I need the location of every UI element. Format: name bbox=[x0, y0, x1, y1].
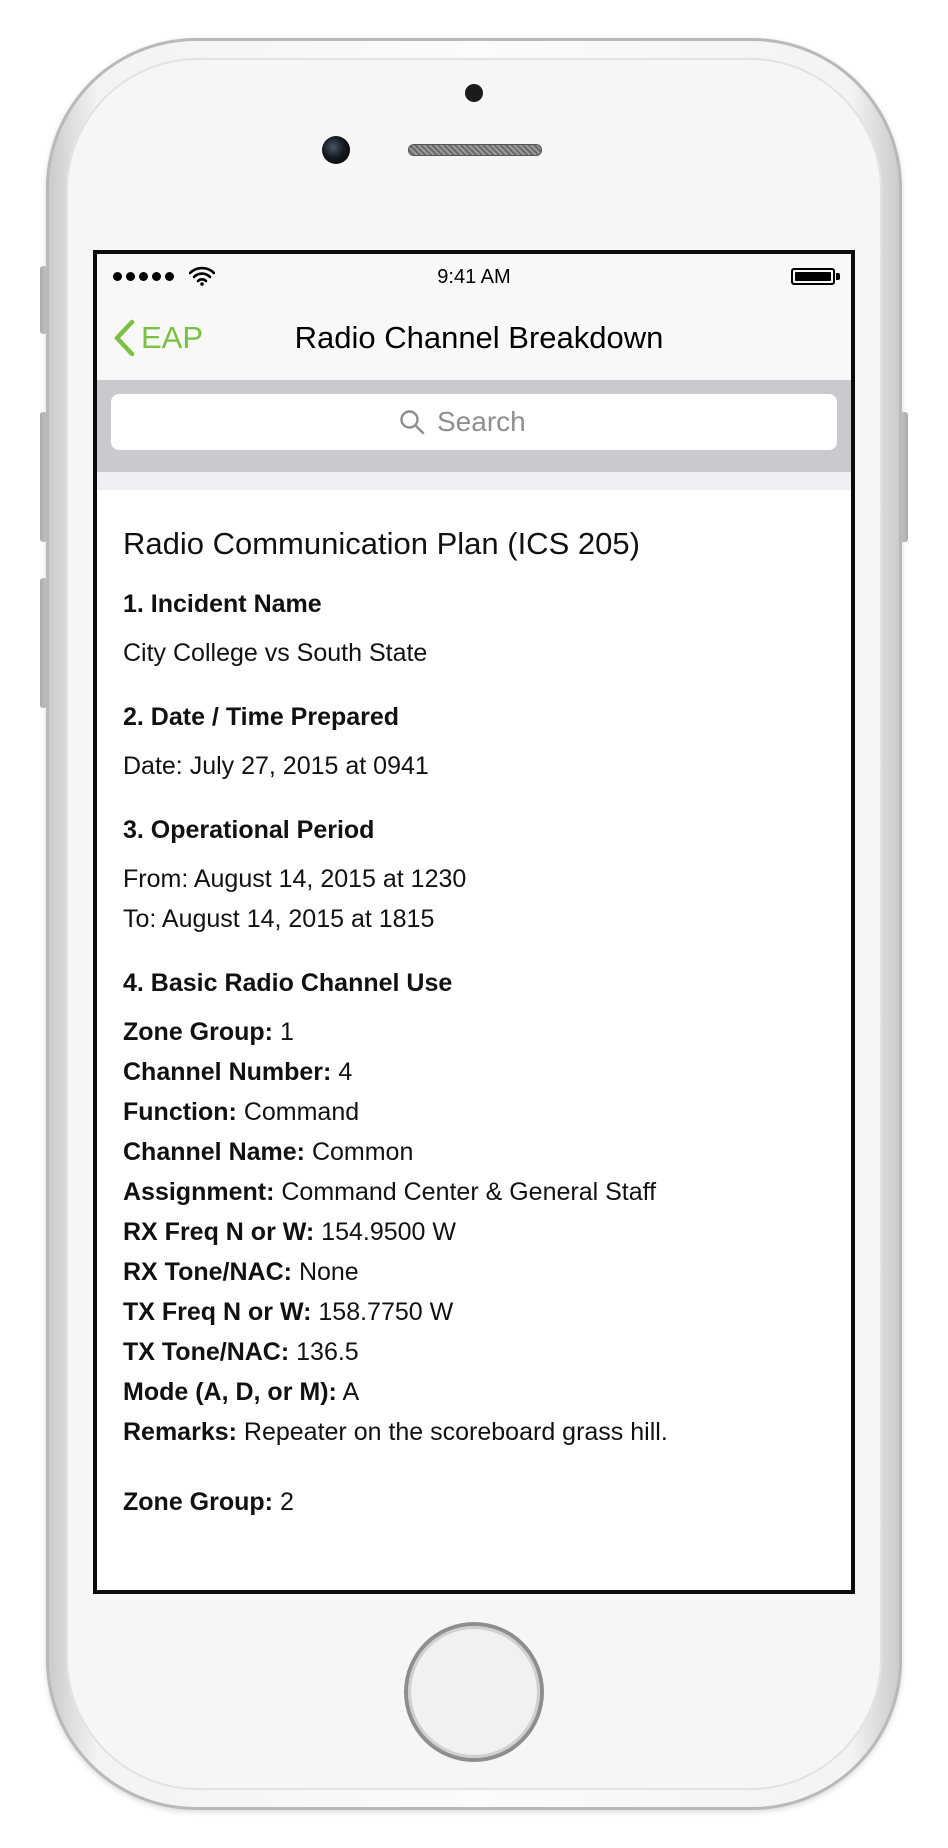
channel-number-row: Channel Number: 4 bbox=[123, 1052, 831, 1092]
field-label: TX Tone/NAC: bbox=[123, 1338, 290, 1366]
field-value: 136.5 bbox=[296, 1338, 359, 1366]
document-content: Radio Communication Plan (ICS 205) 1. In… bbox=[123, 490, 831, 1590]
tx-tone-row: TX Tone/NAC: 136.5 bbox=[123, 1332, 831, 1372]
earpiece-speaker bbox=[408, 144, 542, 156]
period-to: To: August 14, 2015 at 1815 bbox=[123, 905, 435, 933]
proximity-sensor bbox=[465, 84, 483, 102]
function-row: Function: Command bbox=[123, 1092, 831, 1132]
navigation-bar: EAP Radio Channel Breakdown bbox=[97, 298, 851, 380]
field-label: RX Freq N or W: bbox=[123, 1218, 315, 1246]
section-heading: 1. Incident Name bbox=[123, 590, 322, 618]
status-bar: 9:41 AM bbox=[97, 254, 851, 298]
section-heading: 4. Basic Radio Channel Use bbox=[123, 969, 453, 997]
status-time: 9:41 AM bbox=[437, 266, 511, 288]
date-prepared-section: 2. Date / Time Prepared Date: July 27, 2… bbox=[123, 703, 831, 786]
search-icon bbox=[400, 410, 425, 435]
tx-freq-row: TX Freq N or W: 158.7750 W bbox=[123, 1292, 831, 1332]
field-value: 2 bbox=[279, 1488, 294, 1516]
page-title: Radio Channel Breakdown bbox=[294, 320, 664, 355]
channel-name-row: Channel Name: Common bbox=[123, 1132, 831, 1172]
home-button[interactable] bbox=[408, 1626, 540, 1758]
field-label: Channel Number: bbox=[123, 1058, 332, 1086]
section-heading: 3. Operational Period bbox=[123, 816, 375, 844]
assignment-row: Assignment: Command Center & General Sta… bbox=[123, 1172, 831, 1212]
remarks-row: Remarks: Repeater on the scoreboard gras… bbox=[123, 1412, 831, 1452]
field-label: Zone Group: bbox=[123, 1018, 273, 1046]
rx-tone-row: RX Tone/NAC: None bbox=[123, 1252, 831, 1292]
field-label: Channel Name: bbox=[123, 1138, 305, 1166]
battery-tip bbox=[836, 273, 840, 280]
front-camera bbox=[322, 136, 350, 164]
field-value: 1 bbox=[279, 1018, 294, 1046]
search-bar-container bbox=[97, 380, 851, 472]
channel-use-section: 4. Basic Radio Channel Use Zone Group: 1… bbox=[123, 969, 831, 1452]
incident-name-section: 1. Incident Name City College vs South S… bbox=[123, 590, 831, 673]
field-value: Command bbox=[243, 1098, 360, 1126]
field-label: TX Freq N or W: bbox=[123, 1298, 312, 1326]
field-label: Zone Group: bbox=[123, 1488, 273, 1516]
date-prepared-value: Date: July 27, 2015 at 0941 bbox=[123, 752, 429, 780]
rx-freq-row: RX Freq N or W: 154.9500 W bbox=[123, 1212, 831, 1252]
field-value: 154.9500 W bbox=[321, 1218, 456, 1246]
zone-group-row: Zone Group: 2 bbox=[123, 1482, 831, 1522]
field-value: None bbox=[298, 1258, 359, 1286]
field-value: 158.7750 W bbox=[318, 1298, 454, 1326]
battery-icon bbox=[791, 268, 835, 285]
search-input[interactable] bbox=[435, 405, 549, 439]
period-from: From: August 14, 2015 at 1230 bbox=[123, 865, 467, 893]
field-label: Function: bbox=[123, 1098, 237, 1126]
search-divider bbox=[97, 472, 851, 490]
field-value: Common bbox=[311, 1138, 414, 1166]
field-label: Mode (A, D, or M): bbox=[123, 1378, 337, 1406]
zone-group-row: Zone Group: 1 bbox=[123, 1012, 831, 1052]
screen: 9:41 AM EAP Radio Channel Breakdown Radi… bbox=[93, 250, 855, 1594]
field-value: Command Center & General Staff bbox=[281, 1178, 657, 1206]
field-value: Repeater on the scoreboard grass hill. bbox=[243, 1418, 668, 1446]
mode-row: Mode (A, D, or M): A bbox=[123, 1372, 831, 1412]
operational-period-section: 3. Operational Period From: August 14, 2… bbox=[123, 816, 831, 939]
field-label: RX Tone/NAC: bbox=[123, 1258, 292, 1286]
field-value: 4 bbox=[338, 1058, 353, 1086]
section-heading: 2. Date / Time Prepared bbox=[123, 703, 400, 731]
search-field[interactable] bbox=[111, 394, 837, 450]
field-label: Assignment: bbox=[123, 1178, 275, 1206]
incident-name-value: City College vs South State bbox=[123, 639, 428, 667]
document-title: Radio Communication Plan (ICS 205) bbox=[123, 526, 640, 561]
field-label: Remarks: bbox=[123, 1418, 237, 1446]
field-value: A bbox=[342, 1378, 360, 1406]
